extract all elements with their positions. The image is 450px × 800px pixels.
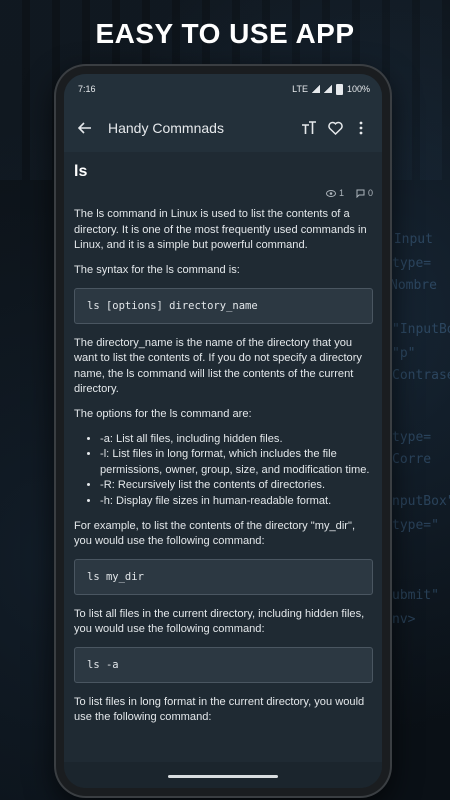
background-code-text: "InputBo xyxy=(392,322,450,337)
phone-screen: 7:16 LTE 100% Handy Commnads ls 1 0 The … xyxy=(64,74,382,788)
example2-paragraph: To list all files in the current directo… xyxy=(74,607,365,636)
more-vertical-icon[interactable] xyxy=(348,115,374,141)
signal-icon xyxy=(311,85,320,93)
background-code-text: Nombre xyxy=(390,278,437,293)
background-code-text: type= xyxy=(392,256,432,271)
background-code-text: nputBox" xyxy=(392,494,450,509)
list-item: -l: List files in long format, which inc… xyxy=(100,447,373,478)
eye-icon xyxy=(325,189,336,197)
syntax-label: The syntax for the ls command is: xyxy=(74,263,240,276)
promo-headline: EASY TO USE APP xyxy=(95,18,355,49)
status-bar: 7:16 LTE 100% xyxy=(64,74,382,104)
background-code-text: "p" xyxy=(392,346,416,361)
background-code-text: Contrase xyxy=(392,368,450,383)
heart-outline-icon[interactable] xyxy=(322,115,348,141)
phone-frame: 7:16 LTE 100% Handy Commnads ls 1 0 The … xyxy=(56,66,390,796)
comment-icon xyxy=(356,189,365,198)
views-count: 1 xyxy=(338,187,344,198)
example1-paragraph: For example, to list the contents of the… xyxy=(74,519,356,548)
syntax-code-block[interactable]: ls [options] directory_name xyxy=(74,287,373,324)
background-code-text: type= xyxy=(392,430,432,445)
text-size-icon[interactable] xyxy=(296,115,322,141)
app-bar: Handy Commnads xyxy=(64,104,382,152)
background-code-text: Corre xyxy=(392,452,432,467)
gesture-handle[interactable] xyxy=(168,775,278,778)
list-item: -a: List all files, including hidden fil… xyxy=(100,432,373,448)
views-stat: 1 xyxy=(325,186,344,202)
wifi-signal-icon xyxy=(323,85,332,93)
list-item: -h: Display file sizes in human-readable… xyxy=(100,494,373,510)
status-time: 7:16 xyxy=(78,84,96,94)
arrow-left-icon[interactable] xyxy=(72,115,98,141)
dirname-paragraph: The directory_name is the name of the di… xyxy=(74,336,362,396)
intro-paragraph: The ls command in Linux is used to list … xyxy=(74,208,367,252)
background-code-text: ubmit" xyxy=(392,588,439,603)
battery-icon xyxy=(335,83,343,95)
background-code-text: "Input xyxy=(386,232,433,247)
article-stats: 1 0 xyxy=(74,186,373,202)
status-indicators: LTE 100% xyxy=(292,83,370,95)
network-type: LTE xyxy=(292,84,308,94)
background-code-text: type=" xyxy=(392,518,439,533)
options-label: The options for the ls command are: xyxy=(74,407,252,420)
article-content: ls 1 0 The ls command in Linux is used t… xyxy=(64,152,382,726)
comments-stat[interactable]: 0 xyxy=(356,186,373,202)
list-item: -R: Recursively list the contents of dir… xyxy=(100,478,373,494)
example2-code-block[interactable]: ls -a xyxy=(74,646,373,683)
comments-count: 0 xyxy=(367,187,373,198)
app-title: Handy Commnads xyxy=(108,120,224,136)
example1-code-block[interactable]: ls my_dir xyxy=(74,558,373,595)
example3-paragraph: To list files in long format in the curr… xyxy=(74,695,365,724)
command-title: ls xyxy=(74,163,88,180)
background-code-text: nv> xyxy=(392,612,416,627)
battery-level: 100% xyxy=(346,84,370,94)
options-list: -a: List all files, including hidden fil… xyxy=(74,432,373,510)
